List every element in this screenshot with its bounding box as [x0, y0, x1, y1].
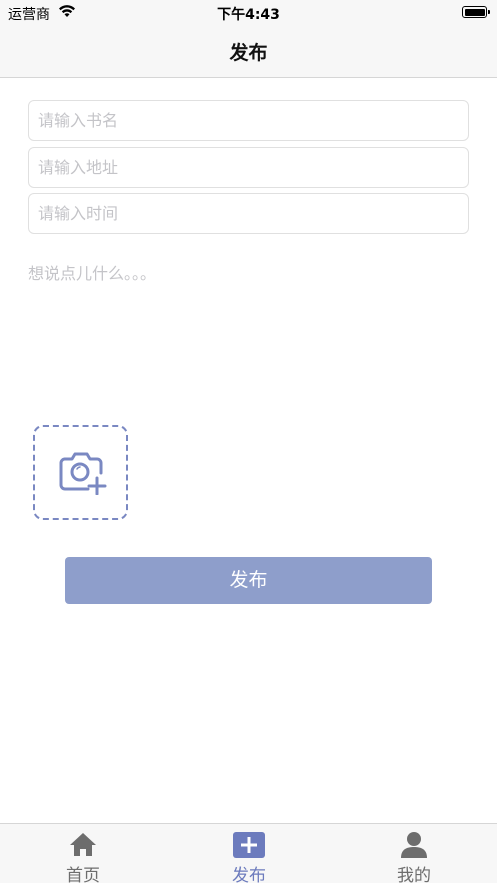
screen: 运营商 下午4:43 发布 发布 [0, 0, 497, 883]
memo-textarea[interactable] [22, 256, 469, 406]
tab-bar: 首页 发布 我的 [0, 823, 497, 883]
battery-icon [462, 6, 490, 18]
page-title: 发布 [229, 42, 268, 64]
address-input[interactable] [28, 147, 469, 188]
tab-home[interactable]: 首页 [0, 824, 166, 883]
publish-button[interactable]: 发布 [65, 557, 432, 604]
tab-publish-label: 发布 [232, 866, 266, 883]
tab-publish[interactable]: 发布 [166, 824, 332, 883]
clock: 下午4:43 [217, 7, 280, 23]
tab-home-label: 首页 [66, 866, 100, 883]
plus-icon [233, 832, 265, 858]
tab-mine-label: 我的 [397, 866, 431, 883]
status-bar: 运营商 下午4:43 [0, 0, 497, 26]
add-photo-button[interactable] [33, 425, 128, 520]
home-icon [70, 833, 96, 856]
book-name-input[interactable] [28, 100, 469, 141]
camera-plus-icon [59, 452, 107, 495]
time-input[interactable] [28, 193, 469, 234]
person-icon [401, 832, 427, 858]
nav-bar: 发布 [0, 26, 497, 78]
tab-mine[interactable]: 我的 [331, 824, 497, 883]
